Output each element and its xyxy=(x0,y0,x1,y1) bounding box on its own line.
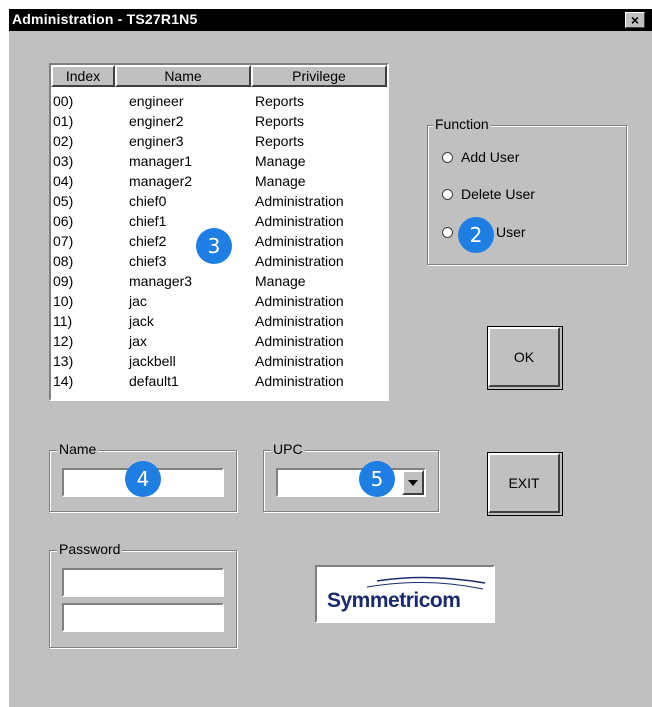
logo-text: Symmetricom xyxy=(327,589,461,612)
row-index: 01) xyxy=(53,113,74,129)
row-privilege: Administration xyxy=(255,233,344,249)
row-index: 00) xyxy=(53,93,74,109)
row-privilege: Reports xyxy=(255,113,305,129)
chevron-down-icon xyxy=(408,480,418,486)
row-index: 05) xyxy=(53,193,74,209)
header-index[interactable]: Index xyxy=(51,65,115,87)
badge-5: 5 xyxy=(359,461,395,497)
row-name: chief2 xyxy=(129,233,167,249)
row-index: 03) xyxy=(53,153,74,169)
row-index: 07) xyxy=(53,233,74,249)
row-index: 13) xyxy=(53,353,74,369)
row-index: 09) xyxy=(53,273,74,289)
list-item[interactable]: 09) manager3 Manage xyxy=(53,271,385,291)
row-name: default1 xyxy=(129,373,179,389)
row-index: 04) xyxy=(53,173,74,189)
radio-circle[interactable] xyxy=(442,188,453,200)
row-name: jack xyxy=(129,313,154,329)
list-item[interactable]: 04) manager2 Manage xyxy=(53,171,385,191)
radio-circle[interactable] xyxy=(442,226,453,238)
password-group: Password xyxy=(49,541,237,648)
row-privilege: Administration xyxy=(255,293,344,309)
close-icon: × xyxy=(630,12,640,28)
radio-circle[interactable] xyxy=(442,151,453,163)
title-bar[interactable]: Administration - TS27R1N5 × xyxy=(9,9,652,31)
row-index: 06) xyxy=(53,213,74,229)
row-privilege: Administration xyxy=(255,333,344,349)
row-index: 08) xyxy=(53,253,74,269)
badge-3: 3 xyxy=(196,228,232,264)
list-item[interactable]: 03) manager1 Manage xyxy=(53,151,385,171)
ok-button[interactable]: OK xyxy=(487,326,563,390)
header-privilege[interactable]: Privilege xyxy=(251,65,387,87)
list-item[interactable]: 14) default1 Administration xyxy=(53,371,385,391)
row-name: jac xyxy=(129,293,147,309)
header-name[interactable]: Name xyxy=(115,65,251,87)
list-item[interactable]: 10) jac Administration xyxy=(53,291,385,311)
badge-2: 2 xyxy=(458,217,494,253)
password-group-label: Password xyxy=(57,541,123,557)
row-index: 10) xyxy=(53,293,74,309)
exit-button[interactable]: EXIT xyxy=(487,452,563,516)
row-name: enginer2 xyxy=(129,113,184,129)
upc-group: UPC xyxy=(263,441,439,512)
row-privilege: Administration xyxy=(255,213,344,229)
radio-add-user[interactable]: Add User xyxy=(442,147,519,167)
row-name: jackbell xyxy=(129,353,176,369)
list-item[interactable]: 00) engineer Reports xyxy=(53,91,385,111)
row-index: 14) xyxy=(53,373,74,389)
row-privilege: Administration xyxy=(255,193,344,209)
list-item[interactable]: 01) enginer2 Reports xyxy=(53,111,385,131)
symmetricom-logo: Symmetricom xyxy=(315,565,495,623)
password-confirm-input[interactable] xyxy=(62,603,224,632)
row-privilege: Manage xyxy=(255,173,306,189)
list-item[interactable]: 12) jax Administration xyxy=(53,331,385,351)
row-privilege: Administration xyxy=(255,313,344,329)
row-privilege: Manage xyxy=(255,273,306,289)
exit-button-face: EXIT xyxy=(488,453,560,513)
row-name: chief3 xyxy=(129,253,167,269)
administration-window: Administration - TS27R1N5 × Index Name P… xyxy=(9,9,652,707)
list-item[interactable]: 02) enginer3 Reports xyxy=(53,131,385,151)
row-name: chief0 xyxy=(129,193,167,209)
row-name: manager3 xyxy=(129,273,193,289)
password-input[interactable] xyxy=(62,568,224,597)
list-item[interactable]: 13) jackbell Administration xyxy=(53,351,385,371)
row-privilege: Reports xyxy=(255,133,305,149)
upc-dropdown-button[interactable] xyxy=(402,470,424,495)
list-item[interactable]: 11) jack Administration xyxy=(53,311,385,331)
badge-4: 4 xyxy=(125,461,161,497)
row-name: engineer xyxy=(129,93,184,109)
row-index: 02) xyxy=(53,133,74,149)
list-item[interactable]: 05) chief0 Administration xyxy=(53,191,385,211)
ok-button-face: OK xyxy=(488,327,560,387)
function-group: Function Add User Delete User User xyxy=(427,116,627,265)
radio-delete-user[interactable]: Delete User xyxy=(442,184,535,204)
row-name: manager2 xyxy=(129,173,193,189)
row-privilege: Reports xyxy=(255,93,305,109)
row-index: 11) xyxy=(53,313,73,329)
row-name: chief1 xyxy=(129,213,167,229)
row-privilege: Manage xyxy=(255,153,306,169)
row-privilege: Administration xyxy=(255,353,344,369)
row-name: enginer3 xyxy=(129,133,184,149)
upc-select[interactable] xyxy=(276,468,426,497)
name-group-label: Name xyxy=(57,441,99,457)
upc-group-label: UPC xyxy=(271,441,305,457)
row-privilege: Administration xyxy=(255,373,344,389)
row-name: manager1 xyxy=(129,153,193,169)
list-header: Index Name Privilege xyxy=(51,65,387,87)
row-name: jax xyxy=(129,333,147,349)
function-group-label: Function xyxy=(433,116,491,132)
row-privilege: Administration xyxy=(255,253,344,269)
window-title: Administration - TS27R1N5 xyxy=(12,11,198,27)
close-button[interactable]: × xyxy=(625,12,645,28)
row-index: 12) xyxy=(53,333,74,349)
